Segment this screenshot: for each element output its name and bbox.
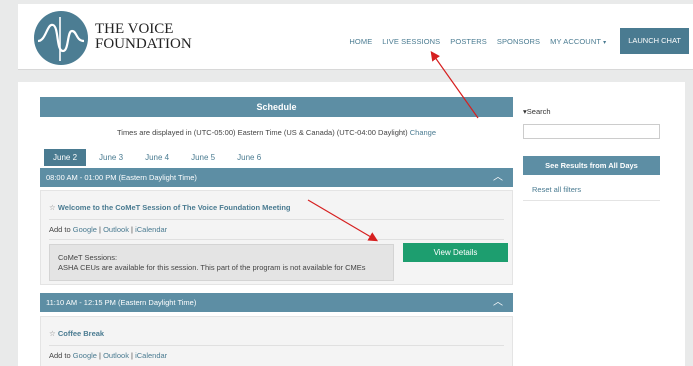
voice-foundation-logo-icon[interactable] [34,11,88,65]
session-title-text: Coffee Break [57,329,105,338]
icalendar-link[interactable]: iCalendar [135,351,167,360]
brand-name[interactable]: THE VOICE FOUNDATION [95,22,192,52]
star-outline-icon[interactable]: ☆ [49,329,56,338]
search-label: Search [526,107,551,116]
timezone-text: Times are displayed in (UTC-05:00) Easte… [116,128,408,137]
tab-june-6[interactable]: June 6 [228,149,270,166]
icalendar-link[interactable]: iCalendar [135,225,167,234]
outlook-calendar-link[interactable]: Outlook [103,225,129,234]
nav-my-account[interactable]: MY ACCOUNT ▾ [550,37,606,46]
time-slot-label: 08:00 AM - 01:00 PM (Eastern Daylight Ti… [46,173,197,182]
caret-down-icon: ▾ [603,39,607,46]
session-card: ☆ Welcome to the CoMeT Session of The Vo… [40,190,513,285]
nav-sponsors[interactable]: SPONSORS [497,37,540,46]
nav-live-sessions[interactable]: LIVE SESSIONS [382,37,440,46]
day-tabs: June 2 June 3 June 4 June 5 June 6 [44,149,274,166]
add-to-label: Add to [49,351,71,360]
chevron-up-icon[interactable]: ︿ [493,168,503,187]
outlook-calendar-link[interactable]: Outlook [103,351,129,360]
add-to-label: Add to [49,225,71,234]
session-title[interactable]: ☆ Welcome to the CoMeT Session of The Vo… [49,203,290,212]
add-to-calendar: Add to Google | Outlook | iCalendar [49,225,168,234]
star-outline-icon[interactable]: ☆ [49,203,56,212]
divider [523,200,660,201]
info-line-1: CoMeT Sessions: [58,253,118,262]
tab-june-4[interactable]: June 4 [136,149,178,166]
search-toggle[interactable]: ▾Search [523,107,551,116]
schedule-content: Schedule Times are displayed in (UTC-05:… [18,82,685,366]
divider [49,239,504,240]
change-timezone-link[interactable]: Change [410,128,436,137]
info-line-2: ASHA CEUs are available for this session… [58,263,366,272]
reset-filters-link[interactable]: Reset all filters [532,185,581,194]
google-calendar-link[interactable]: Google [73,351,97,360]
time-slot-header[interactable]: 11:10 AM - 12:15 PM (Eastern Daylight Ti… [40,293,513,312]
session-title[interactable]: ☆ Coffee Break [49,329,104,338]
view-details-button[interactable]: View Details [403,243,508,262]
tab-june-2[interactable]: June 2 [44,149,87,166]
tab-june-5[interactable]: June 5 [182,149,224,166]
divider [49,219,504,220]
session-info-box: CoMeT Sessions: ASHA CEUs are available … [49,244,394,281]
time-slot-label: 11:10 AM - 12:15 PM (Eastern Daylight Ti… [46,298,197,307]
my-account-label: MY ACCOUNT [550,36,601,46]
main-nav: HOME LIVE SESSIONS POSTERS SPONSORS MY A… [349,28,693,54]
nav-posters[interactable]: POSTERS [450,37,487,46]
session-title-text: Welcome to the CoMeT Session of The Voic… [57,203,291,212]
google-calendar-link[interactable]: Google [73,225,97,234]
divider [49,345,504,346]
brand-line-1: THE VOICE [95,21,174,37]
chevron-up-icon[interactable]: ︿ [493,293,503,312]
nav-home[interactable]: HOME [349,37,372,46]
schedule-title: Schedule [40,97,513,117]
tab-june-3[interactable]: June 3 [90,149,132,166]
site-header: THE VOICE FOUNDATION HOME LIVE SESSIONS … [18,4,693,70]
time-slot-header[interactable]: 08:00 AM - 01:00 PM (Eastern Daylight Ti… [40,168,513,187]
session-card: ☆ Coffee Break Add to Google | Outlook |… [40,316,513,366]
add-to-calendar: Add to Google | Outlook | iCalendar [49,351,168,360]
search-input[interactable] [523,124,660,139]
timezone-line: Times are displayed in (UTC-05:00) Easte… [40,128,513,137]
see-results-all-days-button[interactable]: See Results from All Days [523,156,660,175]
launch-chat-button[interactable]: LAUNCH CHAT [620,28,689,54]
brand-line-2: FOUNDATION [95,36,192,52]
